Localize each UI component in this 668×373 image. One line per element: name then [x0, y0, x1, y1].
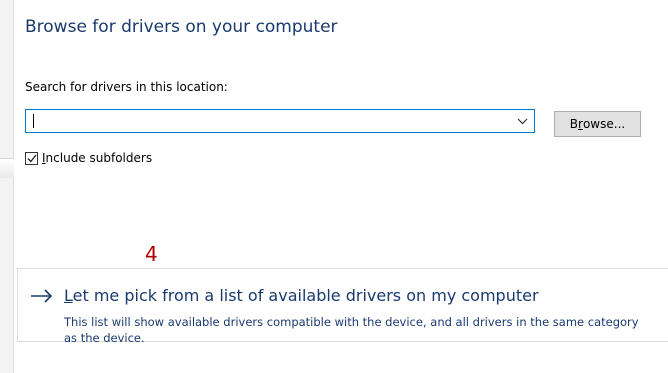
checkmark-icon	[27, 154, 37, 162]
browse-label-end: owse...	[582, 117, 626, 131]
pick-from-list-description: This list will show available drivers co…	[64, 315, 639, 345]
pick-title-rest: et me pick from a list of available driv…	[72, 286, 539, 305]
include-subfolders-label: Include subfolders	[42, 151, 152, 165]
search-location-label: Search for drivers in this location:	[25, 80, 228, 94]
page-title: Browse for drivers on your computer	[25, 17, 338, 37]
browse-button[interactable]: Br owse...	[554, 111, 641, 137]
subfolders-label-rest: nclude subfolders	[45, 151, 153, 165]
driver-location-input[interactable]	[26, 110, 508, 132]
text-cursor	[33, 114, 34, 128]
step-annotation: 4	[145, 242, 158, 266]
include-subfolders-checkbox[interactable]	[25, 151, 38, 165]
chevron-down-icon[interactable]	[510, 110, 534, 132]
pick-accelerator: L	[64, 286, 73, 305]
include-subfolders-option[interactable]: Include subfolders	[25, 151, 152, 165]
update-drivers-dialog: Browse for drivers on your computer Sear…	[14, 0, 668, 373]
screen: Browse for drivers on your computer Sear…	[0, 0, 668, 373]
pick-from-list-title[interactable]: Let me pick from a list of available dri…	[64, 286, 539, 305]
browse-label-start: B	[569, 117, 579, 131]
arrow-right-icon	[29, 288, 55, 308]
driver-location-combo[interactable]	[25, 109, 535, 133]
pick-from-list-option[interactable]: Let me pick from a list of available dri…	[17, 268, 668, 345]
background-window-edge	[0, 0, 14, 373]
